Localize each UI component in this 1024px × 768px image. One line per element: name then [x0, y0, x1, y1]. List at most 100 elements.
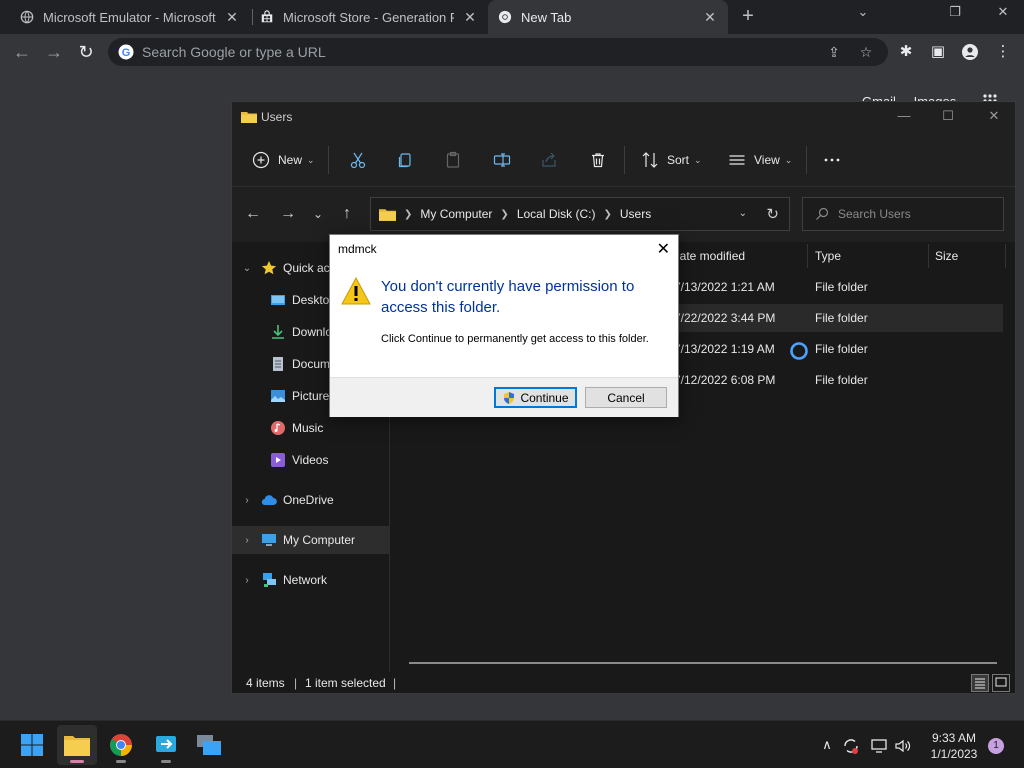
explorer-search-box[interactable]	[802, 197, 1004, 231]
expand-chevron-icon[interactable]: ›	[241, 575, 253, 586]
nav-videos[interactable]: Videos	[232, 446, 389, 474]
new-button[interactable]: New ⌄	[252, 149, 315, 171]
share-button[interactable]	[540, 149, 558, 171]
explorer-forward-icon[interactable]: →	[279, 205, 297, 223]
explorer-maximize-icon[interactable]: ☐	[936, 108, 960, 126]
nav-onedrive[interactable]: › OneDrive	[232, 486, 389, 514]
pictures-icon	[271, 390, 285, 402]
details-view-button[interactable]	[971, 674, 989, 692]
new-tab-button[interactable]: +	[738, 6, 758, 27]
tab-new-tab[interactable]: New Tab ✕	[488, 0, 728, 34]
command-separator	[806, 146, 807, 174]
back-button[interactable]: ←	[10, 40, 34, 64]
nav-my-computer[interactable]: › My Computer	[232, 526, 389, 554]
copy-button[interactable]	[396, 149, 414, 171]
address-bar[interactable]: ❯ My Computer ❯ Local Disk (C:) ❯ Users …	[370, 197, 790, 231]
paste-button[interactable]	[444, 149, 462, 171]
extensions-icon[interactable]: ✱	[896, 42, 916, 62]
taskbar-file-explorer[interactable]	[57, 725, 97, 765]
profile-avatar-icon[interactable]	[960, 42, 980, 62]
breadcrumb-users[interactable]: Users	[620, 207, 651, 221]
explorer-close-icon[interactable]: ✕	[982, 108, 1006, 126]
close-tab-icon[interactable]: ✕	[224, 9, 240, 25]
close-window-icon[interactable]: ✕	[988, 4, 1018, 24]
tiles-view-button[interactable]	[992, 674, 1010, 692]
breadcrumb-local-disk[interactable]: Local Disk (C:)	[517, 207, 596, 221]
column-separator[interactable]	[928, 244, 929, 268]
delete-button[interactable]	[589, 149, 607, 171]
side-panel-icon[interactable]: ▣	[928, 42, 948, 62]
up-arrow-icon[interactable]: ↑	[338, 205, 356, 223]
expand-chevron-icon[interactable]: ›	[241, 535, 253, 546]
command-bar: New ⌄ Sort ⌄ View ⌄	[232, 132, 1015, 187]
minimize-icon[interactable]: ⌄	[848, 4, 878, 24]
row-type: File folder	[815, 280, 868, 294]
column-header-size[interactable]: Size	[935, 244, 958, 268]
dialog-main-instruction: You don't currently have permission to a…	[381, 278, 635, 316]
start-button[interactable]	[12, 725, 52, 765]
expand-chevron-icon[interactable]: ⌄	[241, 263, 253, 274]
recent-locations-chevron-icon[interactable]: ⌄	[309, 205, 327, 223]
explorer-back-icon[interactable]: ←	[244, 205, 262, 223]
selected-count: 1 item selected	[305, 676, 386, 690]
horizontal-scrollbar[interactable]	[409, 662, 997, 664]
warning-icon	[341, 277, 371, 305]
network-monitor-icon[interactable]	[870, 737, 888, 755]
tab-microsoft-store[interactable]: Microsoft Store - Generation Proj ✕	[250, 0, 488, 34]
taskbar: ∧ 9:33 AM 1/1/2023 1	[0, 720, 1024, 768]
browser-tab-strip: Microsoft Emulator - Microsoft St ✕ Micr…	[0, 0, 1024, 34]
breadcrumb-my-computer[interactable]: My Computer	[420, 207, 492, 221]
tab-label: Microsoft Store - Generation Proj	[283, 9, 454, 25]
view-button[interactable]: View ⌄	[728, 149, 792, 171]
plus-circle-icon	[252, 151, 270, 169]
column-header-date[interactable]: Date modified	[671, 244, 745, 268]
refresh-icon[interactable]: ↻	[766, 205, 779, 223]
taskbar-remote-app[interactable]	[146, 725, 186, 765]
status-divider: |	[294, 676, 298, 690]
cancel-button[interactable]: Cancel	[585, 387, 667, 408]
address-dropdown-icon[interactable]: ⌄	[739, 208, 747, 219]
download-arrow-icon	[272, 325, 284, 339]
omnibox[interactable]: G	[108, 38, 888, 66]
menu-kebab-icon[interactable]: ⋮	[993, 42, 1013, 62]
remote-arrow-icon	[156, 736, 176, 752]
sort-button[interactable]: Sort ⌄	[641, 149, 702, 171]
column-header-type[interactable]: Type	[815, 244, 841, 268]
chrome-icon	[110, 734, 132, 756]
cut-button[interactable]	[349, 149, 367, 171]
clipboard-icon	[446, 151, 460, 168]
restore-icon[interactable]: ❐	[940, 4, 970, 24]
nav-network[interactable]: › Network	[232, 566, 389, 594]
forward-button[interactable]: →	[42, 40, 66, 64]
volume-icon[interactable]	[894, 737, 912, 755]
taskbar-emulator-app[interactable]	[189, 725, 229, 765]
active-indicator	[70, 760, 84, 763]
more-options-button[interactable]	[823, 149, 841, 171]
share-icon[interactable]: ⇪	[826, 44, 842, 60]
taskbar-clock[interactable]: 9:33 AM 1/1/2023	[926, 730, 982, 762]
close-tab-icon[interactable]: ✕	[702, 9, 718, 25]
taskbar-chrome[interactable]	[101, 725, 141, 765]
rename-button[interactable]	[493, 149, 511, 171]
search-icon	[816, 207, 829, 220]
reload-button[interactable]: ↻	[74, 40, 98, 64]
explorer-search-input[interactable]	[838, 207, 998, 221]
breadcrumb-chevron-icon: ❯	[603, 208, 612, 220]
rename-icon	[493, 153, 511, 167]
notification-badge[interactable]: 1	[988, 738, 1004, 754]
show-hidden-icons-chevron-icon[interactable]: ∧	[818, 737, 836, 755]
sync-alert-icon[interactable]	[842, 737, 860, 755]
omnibox-input[interactable]	[142, 44, 802, 60]
column-separator[interactable]	[807, 244, 808, 268]
column-separator[interactable]	[1005, 244, 1006, 268]
expand-chevron-icon[interactable]: ›	[241, 495, 253, 506]
explorer-minimize-icon[interactable]: —	[892, 108, 916, 126]
close-tab-icon[interactable]: ✕	[462, 9, 478, 25]
bookmark-star-icon[interactable]: ☆	[858, 44, 874, 60]
nav-music[interactable]: Music	[232, 414, 389, 442]
tab-microsoft-emulator[interactable]: Microsoft Emulator - Microsoft St ✕	[10, 0, 250, 34]
dialog-close-icon[interactable]: ✕	[657, 239, 670, 259]
explorer-title-bar: Users — ☐ ✕	[232, 102, 1015, 132]
row-date: 7/13/2022 1:21 AM	[674, 280, 775, 294]
continue-button[interactable]: Continue	[494, 387, 577, 408]
